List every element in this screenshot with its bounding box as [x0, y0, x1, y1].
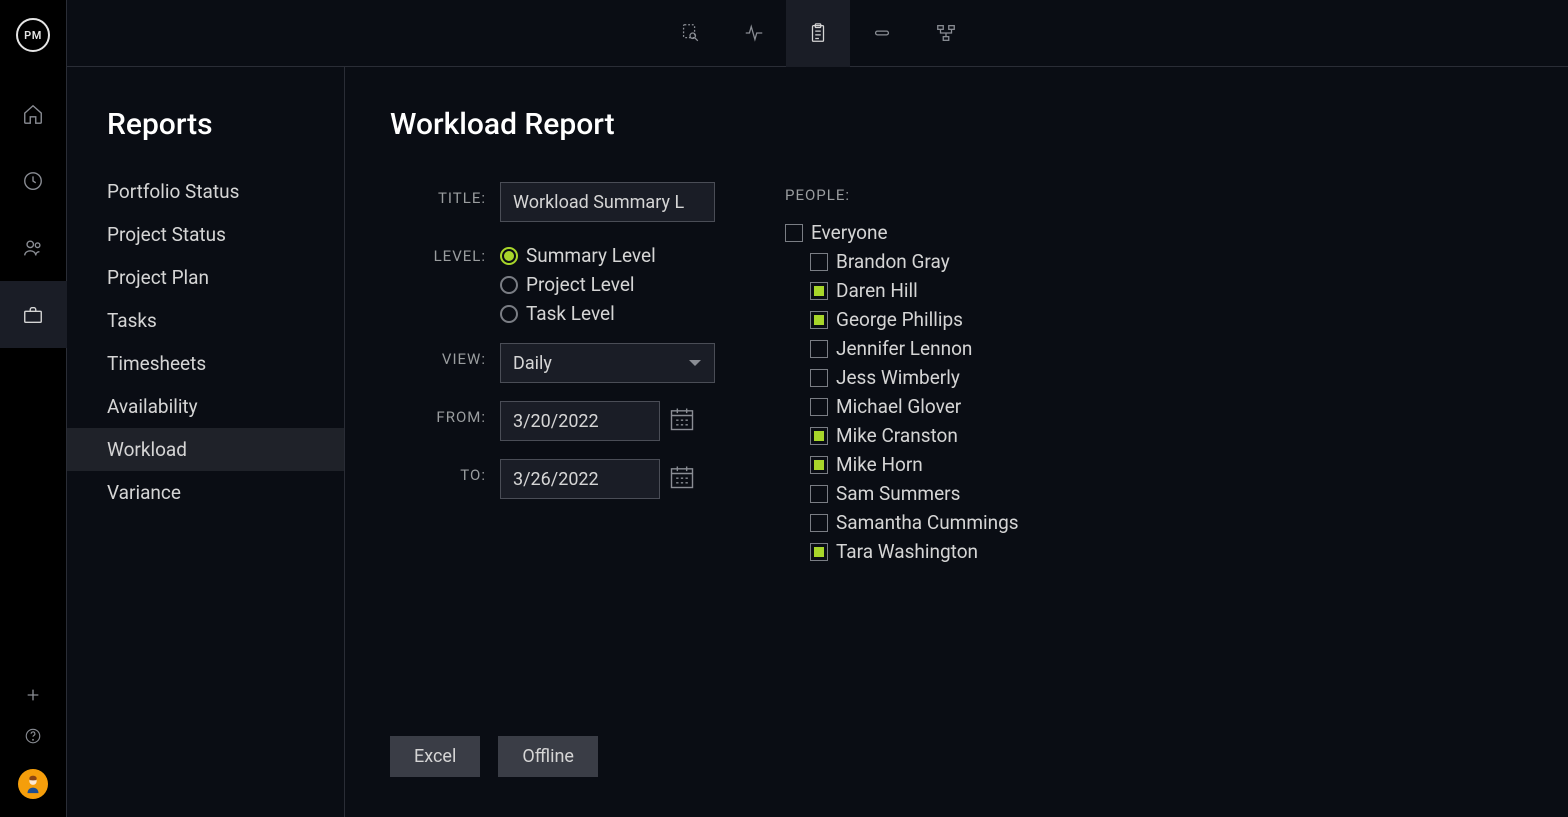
checkbox: [810, 369, 828, 387]
to-label: TO:: [390, 459, 500, 484]
add-icon[interactable]: [25, 687, 41, 707]
activity-icon[interactable]: [722, 0, 786, 67]
check-george-phillips[interactable]: George Phillips: [785, 305, 1019, 334]
link-icon[interactable]: [850, 0, 914, 67]
checkbox: [810, 427, 828, 445]
sidebar-item-tasks[interactable]: Tasks: [67, 299, 344, 342]
view-select[interactable]: Daily: [500, 343, 715, 383]
radio-project-level[interactable]: Project Level: [500, 273, 656, 296]
report-panel: Workload Report TITLE: LEVEL: Summary Le…: [345, 67, 1568, 817]
radio-task-level[interactable]: Task Level: [500, 302, 656, 325]
from-label: FROM:: [390, 401, 500, 426]
checkbox: [810, 398, 828, 416]
check-tara-washington[interactable]: Tara Washington: [785, 537, 1019, 566]
check-mike-cranston[interactable]: Mike Cranston: [785, 421, 1019, 450]
sidebar-item-workload[interactable]: Workload: [67, 428, 344, 471]
check-label: Michael Glover: [836, 395, 961, 418]
check-label: Daren Hill: [836, 279, 918, 302]
title-input[interactable]: [500, 182, 715, 222]
check-label: Mike Horn: [836, 453, 923, 476]
checkbox: [810, 485, 828, 503]
checkbox: [810, 543, 828, 561]
flow-icon[interactable]: [914, 0, 978, 67]
radio-summary-level[interactable]: Summary Level: [500, 244, 656, 267]
check-michael-glover[interactable]: Michael Glover: [785, 392, 1019, 421]
check-label: George Phillips: [836, 308, 963, 331]
view-label: VIEW:: [390, 343, 500, 368]
check-brandon-gray[interactable]: Brandon Gray: [785, 247, 1019, 276]
sidebar-item-variance[interactable]: Variance: [67, 471, 344, 514]
sidebar-item-timesheets[interactable]: Timesheets: [67, 342, 344, 385]
check-label: Jennifer Lennon: [836, 337, 972, 360]
panel-title: Workload Report: [390, 107, 1523, 142]
to-input[interactable]: [500, 459, 660, 499]
sidebar-item-project-plan[interactable]: Project Plan: [67, 256, 344, 299]
radio-circle: [500, 247, 518, 265]
app-logo[interactable]: PM: [16, 18, 50, 52]
check-mike-horn[interactable]: Mike Horn: [785, 450, 1019, 479]
checkbox: [810, 514, 828, 532]
checkbox: [810, 282, 828, 300]
title-label: TITLE:: [390, 182, 500, 207]
radio-circle: [500, 276, 518, 294]
search-doc-icon[interactable]: [658, 0, 722, 67]
radio-circle: [500, 305, 518, 323]
people-label: PEOPLE:: [785, 186, 1019, 204]
people-icon[interactable]: [0, 214, 67, 281]
check-label: Jess Wimberly: [836, 366, 960, 389]
reports-sidebar: Reports Portfolio StatusProject StatusPr…: [67, 67, 345, 817]
level-label: LEVEL:: [390, 240, 500, 265]
check-label: Everyone: [811, 221, 888, 244]
clock-icon[interactable]: [0, 147, 67, 214]
check-label: Samantha Cummings: [836, 511, 1019, 534]
briefcase-icon[interactable]: [0, 281, 67, 348]
checkbox: [785, 224, 803, 242]
home-icon[interactable]: [0, 80, 67, 147]
checkbox: [810, 456, 828, 474]
sidebar-title: Reports: [67, 107, 344, 170]
check-label: Tara Washington: [836, 540, 978, 563]
left-rail: PM: [0, 0, 67, 817]
checkbox: [810, 311, 828, 329]
radio-label: Project Level: [526, 273, 635, 296]
offline-button[interactable]: Offline: [498, 736, 598, 777]
check-label: Brandon Gray: [836, 250, 950, 273]
radio-label: Summary Level: [526, 244, 656, 267]
calendar-icon[interactable]: [668, 463, 696, 495]
top-toolbar: [67, 0, 1568, 67]
clipboard-icon[interactable]: [786, 0, 850, 67]
check-sam-summers[interactable]: Sam Summers: [785, 479, 1019, 508]
sidebar-item-portfolio-status[interactable]: Portfolio Status: [67, 170, 344, 213]
check-jennifer-lennon[interactable]: Jennifer Lennon: [785, 334, 1019, 363]
check-jess-wimberly[interactable]: Jess Wimberly: [785, 363, 1019, 392]
sidebar-item-project-status[interactable]: Project Status: [67, 213, 344, 256]
check-label: Sam Summers: [836, 482, 960, 505]
check-everyone[interactable]: Everyone: [785, 218, 1019, 247]
calendar-icon[interactable]: [668, 405, 696, 437]
check-samantha-cummings[interactable]: Samantha Cummings: [785, 508, 1019, 537]
radio-label: Task Level: [526, 302, 615, 325]
sidebar-item-availability[interactable]: Availability: [67, 385, 344, 428]
from-input[interactable]: [500, 401, 660, 441]
checkbox: [810, 253, 828, 271]
excel-button[interactable]: Excel: [390, 736, 480, 777]
help-icon[interactable]: [24, 727, 42, 749]
checkbox: [810, 340, 828, 358]
check-label: Mike Cranston: [836, 424, 958, 447]
user-avatar[interactable]: [18, 769, 48, 799]
check-daren-hill[interactable]: Daren Hill: [785, 276, 1019, 305]
